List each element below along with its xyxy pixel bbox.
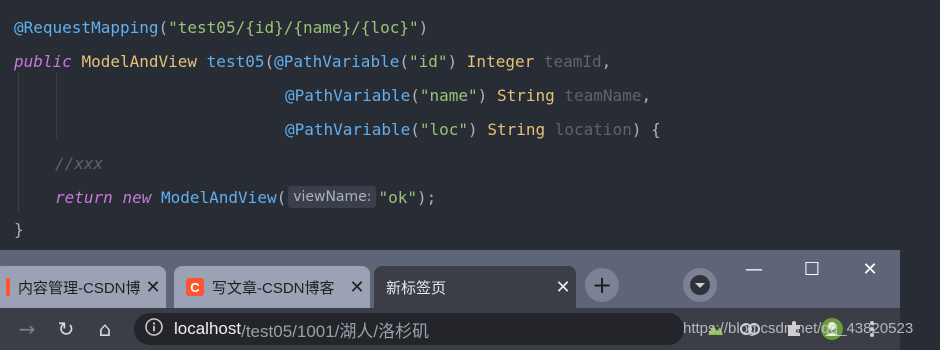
tab-title: 写文章-CSDN博客 [212,279,335,297]
profile-menu-icon[interactable] [683,268,717,302]
tab-title: 内容管理-CSDN博 [18,279,140,297]
paren-token: ) [447,52,458,71]
maximize-button[interactable]: ☐ [792,256,832,282]
param-token: location [554,120,632,139]
tab-close-icon[interactable]: ✕ [550,277,576,298]
paren-token: ) [418,18,429,37]
type-token: ModelAndView [81,52,198,71]
reload-button[interactable]: ↻ [53,316,79,342]
keyword-token: new [122,188,152,207]
string-token: "ok" [378,188,418,207]
code-line-1[interactable]: @RequestMapping("test05/{id}/{name}/{loc… [14,11,428,45]
brace-token: } [14,220,24,239]
code-line-5[interactable]: //xxx [55,147,103,181]
class-name-token: ModelAndView [160,188,277,207]
parameter-hint: viewName: [288,186,377,208]
paren-token: ( [399,52,409,71]
string-token: "id" [408,52,448,71]
string-token: "name" [419,86,478,105]
csdn-favicon-icon [6,278,10,296]
paren-token: ) [468,120,478,139]
annotation-token: @PathVariable [285,86,411,105]
code-line-7[interactable]: } [14,213,24,247]
code-line-6[interactable]: return new ModelAndView(viewName: "ok"); [55,181,436,215]
chevron-down-icon [690,275,710,295]
close-window-button[interactable]: ✕ [850,256,890,282]
comma-token: , [601,52,612,71]
url-host: localhost [174,319,242,338]
paren-token: ( [276,188,287,207]
method-name-token: test05 [206,52,265,71]
paren-token: ( [410,86,420,105]
paren-token: ( [158,18,169,37]
new-tab-button[interactable]: + [585,268,619,302]
annotation-token: @RequestMapping [14,18,159,37]
paren-token: ); [417,188,437,207]
type-token: String [487,120,546,139]
code-editor[interactable]: @RequestMapping("test05/{id}/{name}/{loc… [0,0,940,250]
string-token: "test05/{id}/{name}/{loc}" [168,18,419,37]
type-token: Integer [466,52,535,71]
forward-button[interactable]: → [14,316,40,342]
code-line-3[interactable]: @PathVariable("name") String teamName, [285,79,651,113]
tab-write-article[interactable]: C 写文章-CSDN博客 ✕ [174,266,370,308]
minimize-button[interactable]: — [734,256,774,282]
site-info-icon[interactable] [134,317,174,341]
address-bar[interactable]: localhost/test05/1001/湖人/洛杉矶 [134,313,684,345]
tab-title: 新标签页 [386,279,447,297]
tab-close-icon[interactable]: ✕ [140,277,166,298]
tab-close-icon[interactable]: ✕ [344,277,370,298]
code-line-2[interactable]: public ModelAndView test05(@PathVariable… [14,45,611,79]
tab-strip: 内容管理-CSDN博 ✕ C 写文章-CSDN博客 ✕ 新标签页 ✕ + — ☐… [0,250,900,308]
indent-guide [56,72,57,138]
paren-token: ( [264,52,275,71]
keyword-token: public [14,52,72,71]
param-token: teamId [543,52,602,71]
keyword-token: return [55,188,113,207]
type-token: String [496,86,555,105]
brace-token: ) { [631,120,661,139]
tab-new-tab[interactable]: 新标签页 ✕ [374,266,576,308]
csdn-favicon-icon: C [186,278,204,296]
indent-guide [18,72,19,212]
comma-token: , [641,86,652,105]
comment-token: //xxx [55,154,104,173]
paren-token: ) [477,86,488,105]
code-line-4[interactable]: @PathVariable("loc") String location) { [285,113,661,147]
tab-content-management[interactable]: 内容管理-CSDN博 ✕ [0,266,166,308]
annotation-token: @PathVariable [274,52,400,71]
watermark: https://blog.csdn.net/qq_43820523 [683,320,914,337]
param-token: teamName [564,86,642,105]
paren-token: ( [410,120,420,139]
string-token: "loc" [419,120,469,139]
annotation-token: @PathVariable [285,120,411,139]
home-button[interactable]: ⌂ [92,316,118,342]
url-path: /test05/1001/湖人/洛杉矶 [241,321,430,341]
